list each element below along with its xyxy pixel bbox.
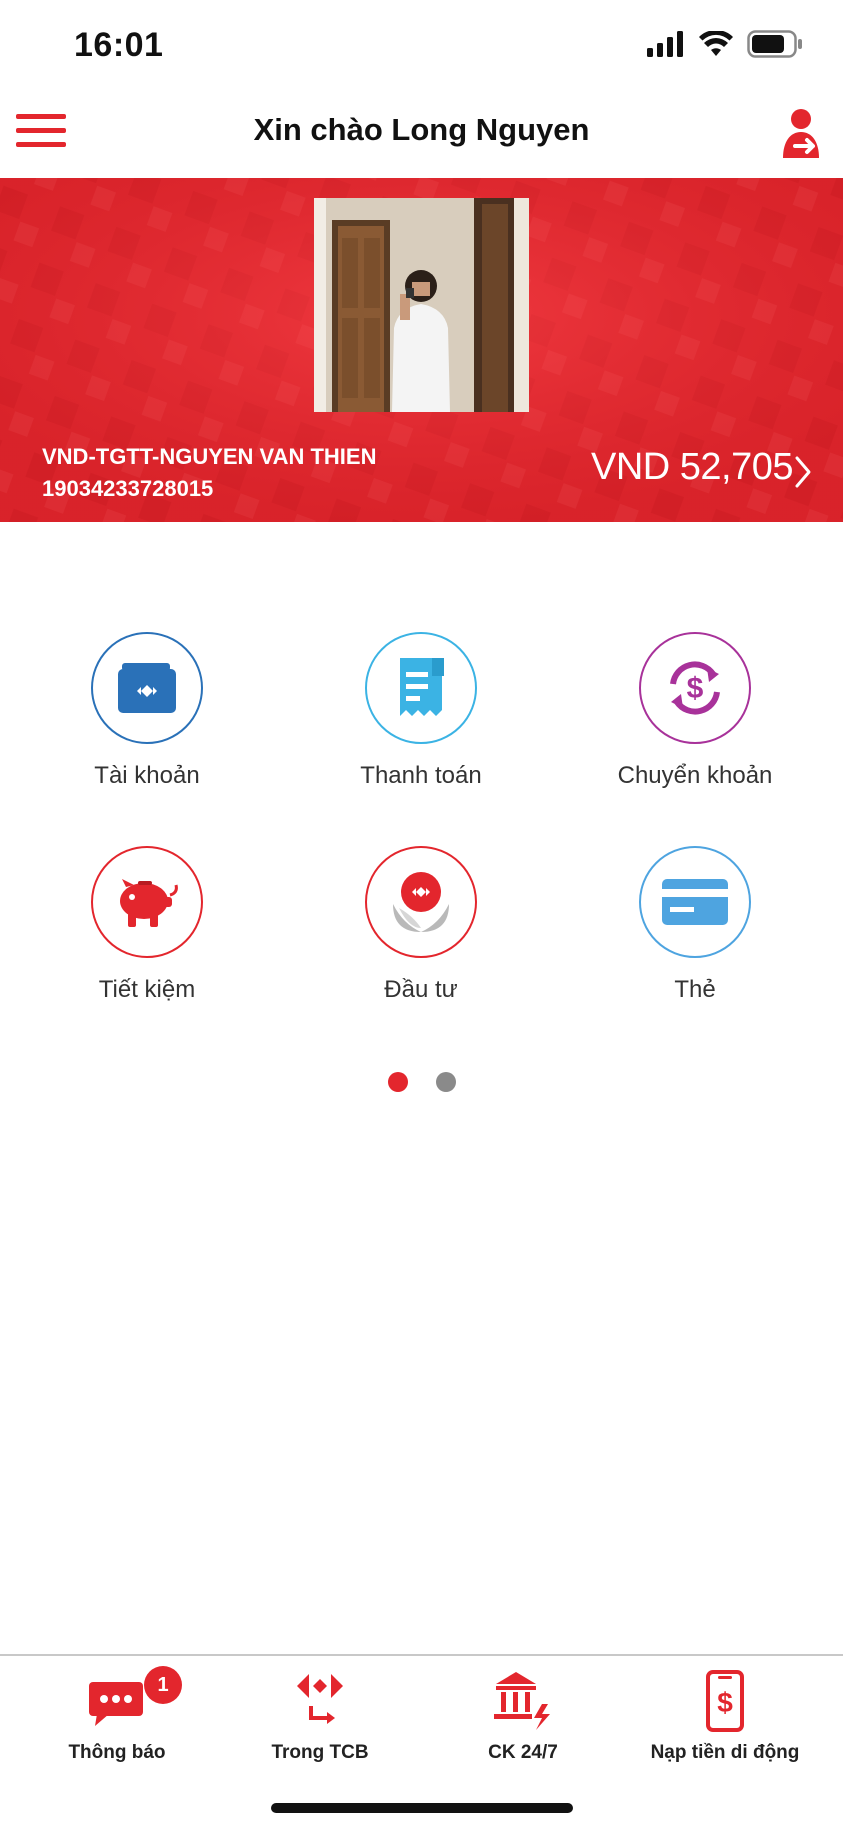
service-label: Thẻ bbox=[674, 976, 716, 1003]
app-header: Xin chào Long Nguyen bbox=[0, 88, 843, 178]
service-tiet-kiem[interactable]: Tiết kiệm bbox=[47, 846, 247, 1004]
wallet-icon bbox=[91, 632, 203, 744]
tcb-transfer-icon bbox=[215, 1666, 425, 1736]
status-time: 16:01 bbox=[74, 26, 164, 64]
service-label: Tiết kiệm bbox=[98, 976, 196, 1003]
chevron-right-icon[interactable] bbox=[793, 454, 815, 490]
nav-nap-tien-di-dong[interactable]: $ Nạp tiền di động bbox=[620, 1666, 830, 1764]
service-dau-tu[interactable]: Đầu tư bbox=[321, 846, 521, 1004]
service-label: Tài khoản bbox=[94, 762, 200, 789]
home-indicator bbox=[271, 1803, 573, 1813]
account-balance[interactable]: VND 52,705 bbox=[591, 446, 794, 489]
page-dot[interactable] bbox=[435, 1072, 456, 1092]
wifi-icon bbox=[699, 29, 733, 62]
service-label: Đầu tư bbox=[384, 976, 458, 1003]
bottom-nav: 1 Thông báo Trong TCB CK 24/7 $ Nạp tiền… bbox=[0, 1654, 843, 1825]
service-tai-khoan[interactable]: Tài khoản bbox=[47, 632, 247, 790]
dollar-exchange-icon: $ bbox=[639, 632, 751, 744]
account-name: VND-TGTT-NGUYEN VAN THIEN bbox=[42, 444, 377, 469]
nav-label: Trong TCB bbox=[271, 1742, 369, 1763]
status-icons bbox=[647, 29, 803, 63]
greeting-title: Xin chào Long Nguyen bbox=[253, 112, 590, 147]
page-indicator bbox=[0, 1072, 843, 1092]
bank-fast-transfer-icon bbox=[418, 1666, 628, 1736]
receipt-icon bbox=[365, 632, 477, 744]
profile-photo bbox=[314, 198, 529, 412]
nav-thong-bao[interactable]: 1 Thông báo bbox=[12, 1666, 222, 1764]
user-transfer-icon[interactable] bbox=[781, 108, 825, 160]
investment-plant-icon bbox=[365, 846, 477, 958]
status-bar: 16:01 bbox=[0, 0, 843, 88]
account-number: 19034233728015 bbox=[42, 476, 214, 501]
piggy-bank-icon bbox=[91, 846, 203, 958]
service-label: Chuyển khoản bbox=[617, 762, 773, 789]
nav-label: Thông báo bbox=[68, 1742, 166, 1763]
service-thanh-toan[interactable]: Thanh toán bbox=[321, 632, 521, 790]
nav-trong-tcb[interactable]: Trong TCB bbox=[215, 1666, 425, 1764]
svg-text:$: $ bbox=[717, 1687, 733, 1718]
chat-bubble-icon: 1 bbox=[12, 1666, 222, 1736]
service-the[interactable]: Thẻ bbox=[595, 846, 795, 1004]
mobile-topup-icon: $ bbox=[620, 1666, 830, 1736]
notification-badge: 1 bbox=[144, 1666, 182, 1704]
nav-ck-247[interactable]: CK 24/7 bbox=[418, 1666, 628, 1764]
svg-text:$: $ bbox=[687, 672, 704, 705]
signal-icon bbox=[647, 31, 685, 62]
service-chuyen-khoan[interactable]: $ Chuyển khoản bbox=[595, 632, 795, 790]
nav-label: CK 24/7 bbox=[488, 1742, 558, 1763]
nav-label: Nạp tiền di động bbox=[650, 1742, 800, 1763]
service-label: Thanh toán bbox=[360, 762, 482, 789]
account-banner[interactable]: VND-TGTT-NGUYEN VAN THIEN 19034233728015… bbox=[0, 178, 843, 522]
page-dot-active[interactable] bbox=[387, 1072, 408, 1092]
card-icon bbox=[639, 846, 751, 958]
battery-icon bbox=[747, 30, 803, 63]
